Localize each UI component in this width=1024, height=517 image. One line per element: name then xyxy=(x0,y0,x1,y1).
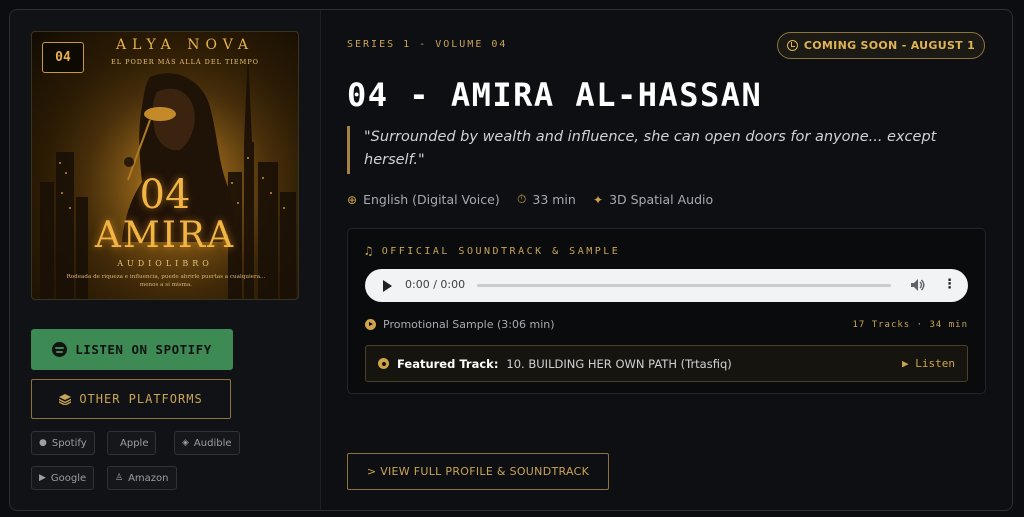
cover-format: AUDIOLIBRO xyxy=(117,259,213,268)
other-platforms-button[interactable]: OTHER PLATFORMS xyxy=(31,379,231,419)
platform-chip-spotify[interactable]: ● Spotify xyxy=(31,431,95,455)
soundtrack-heading: ♫ OFFICIAL SOUNDTRACK & SAMPLE xyxy=(365,244,620,258)
listen-link[interactable]: ▶ Listen xyxy=(902,357,955,370)
cover-tagline: EL PODER MÁS ALLÁ DEL TIEMPO xyxy=(110,58,260,66)
chip-label: Spotify xyxy=(51,437,87,449)
more-options-icon[interactable]: ⋮ xyxy=(943,278,956,292)
platform-chip-audible[interactable]: ◈ Audible xyxy=(174,431,240,455)
audio-player[interactable]: 0:00 / 0:00 ⋮ xyxy=(365,269,968,302)
cover-author: ALYA NOVA xyxy=(116,37,254,53)
google-play-icon: ▶ xyxy=(39,473,46,483)
left-panel: 04 ALYA NOVA EL PODER MÁS ALLÁ DEL TIEMP… xyxy=(10,10,321,510)
disc-icon xyxy=(378,358,389,369)
featured-track-title: 10. BUILDING HER OWN PATH (Trtasfiq) xyxy=(506,356,732,371)
audible-icon: ◈ xyxy=(182,438,189,448)
seek-bar[interactable] xyxy=(477,284,891,287)
cover-number: 04 xyxy=(139,172,191,218)
character-quote: "Surrounded by wealth and influence, she… xyxy=(347,126,947,174)
meta-language: ⊕ English (Digital Voice) xyxy=(347,192,500,207)
soundtrack-panel: ♫ OFFICIAL SOUNDTRACK & SAMPLE 0:00 / 0:… xyxy=(347,228,986,394)
volume-icon[interactable] xyxy=(910,278,926,292)
platform-chip-google[interactable]: ▶ Google xyxy=(31,466,95,490)
status-text: COMING SOON - AUGUST 1 xyxy=(803,39,976,52)
soundtrack-heading-text: OFFICIAL SOUNDTRACK & SAMPLE xyxy=(381,245,621,257)
spotify-button-label: LISTEN ON SPOTIFY xyxy=(75,342,212,357)
duration-text: 33 min xyxy=(532,192,576,207)
spotify-icon xyxy=(52,342,68,357)
play-circle-icon xyxy=(365,319,376,330)
chip-label: Apple xyxy=(120,437,149,449)
tracks-count: 17 Tracks · 34 min xyxy=(852,320,968,330)
chip-label: Google xyxy=(50,472,87,484)
featured-track[interactable]: Featured Track: 10. BUILDING HER OWN PAT… xyxy=(365,345,968,382)
cover-name: AMIRA xyxy=(94,215,236,256)
music-note-icon: ♫ xyxy=(365,244,375,258)
meta-audio: ✦ 3D Spatial Audio xyxy=(593,192,713,207)
layers-icon xyxy=(59,393,72,405)
series-label: SERIES 1 - VOLUME 04 xyxy=(347,39,508,50)
page-title: 04 - AMIRA AL-HASSAN xyxy=(347,76,763,114)
platforms-button-label: OTHER PLATFORMS xyxy=(79,392,203,406)
clock-icon xyxy=(786,40,798,51)
language-text: English (Digital Voice) xyxy=(363,192,500,207)
featured-label: Featured Track: xyxy=(397,356,499,371)
platform-chip-amazon[interactable]: ♙ Amazon xyxy=(107,466,177,490)
promo-text: Promotional Sample (3:06 min) xyxy=(383,318,555,331)
audio-text: 3D Spatial Audio xyxy=(609,192,714,207)
platform-chip-apple[interactable]: Apple xyxy=(107,431,157,455)
play-icon[interactable] xyxy=(383,280,392,292)
globe-icon: ⊕ xyxy=(347,192,358,207)
volume-card: 04 ALYA NOVA EL PODER MÁS ALLÁ DEL TIEMP… xyxy=(9,9,1013,511)
view-full-profile-button[interactable]: > VIEW FULL PROFILE & SOUNDTRACK xyxy=(347,453,609,490)
listen-on-spotify-button[interactable]: LISTEN ON SPOTIFY xyxy=(31,329,233,370)
status-badge: COMING SOON - AUGUST 1 xyxy=(777,32,985,59)
chip-label: Audible xyxy=(193,437,232,449)
player-time: 0:00 / 0:00 xyxy=(405,278,466,291)
cover-blurb: Rodeada de riqueza e influencia, puede a… xyxy=(66,274,266,288)
stopwatch-icon: ⏱ xyxy=(517,192,527,206)
magic-wand-icon: ✦ xyxy=(593,192,604,207)
spotify-icon: ● xyxy=(39,438,47,448)
meta-duration: ⏱ 33 min xyxy=(517,192,576,207)
chip-label: Amazon xyxy=(128,472,169,484)
amazon-icon: ♙ xyxy=(115,473,124,483)
promo-sample: Promotional Sample (3:06 min) xyxy=(365,318,555,331)
cover-art[interactable]: 04 ALYA NOVA EL PODER MÁS ALLÁ DEL TIEMP… xyxy=(31,31,299,300)
